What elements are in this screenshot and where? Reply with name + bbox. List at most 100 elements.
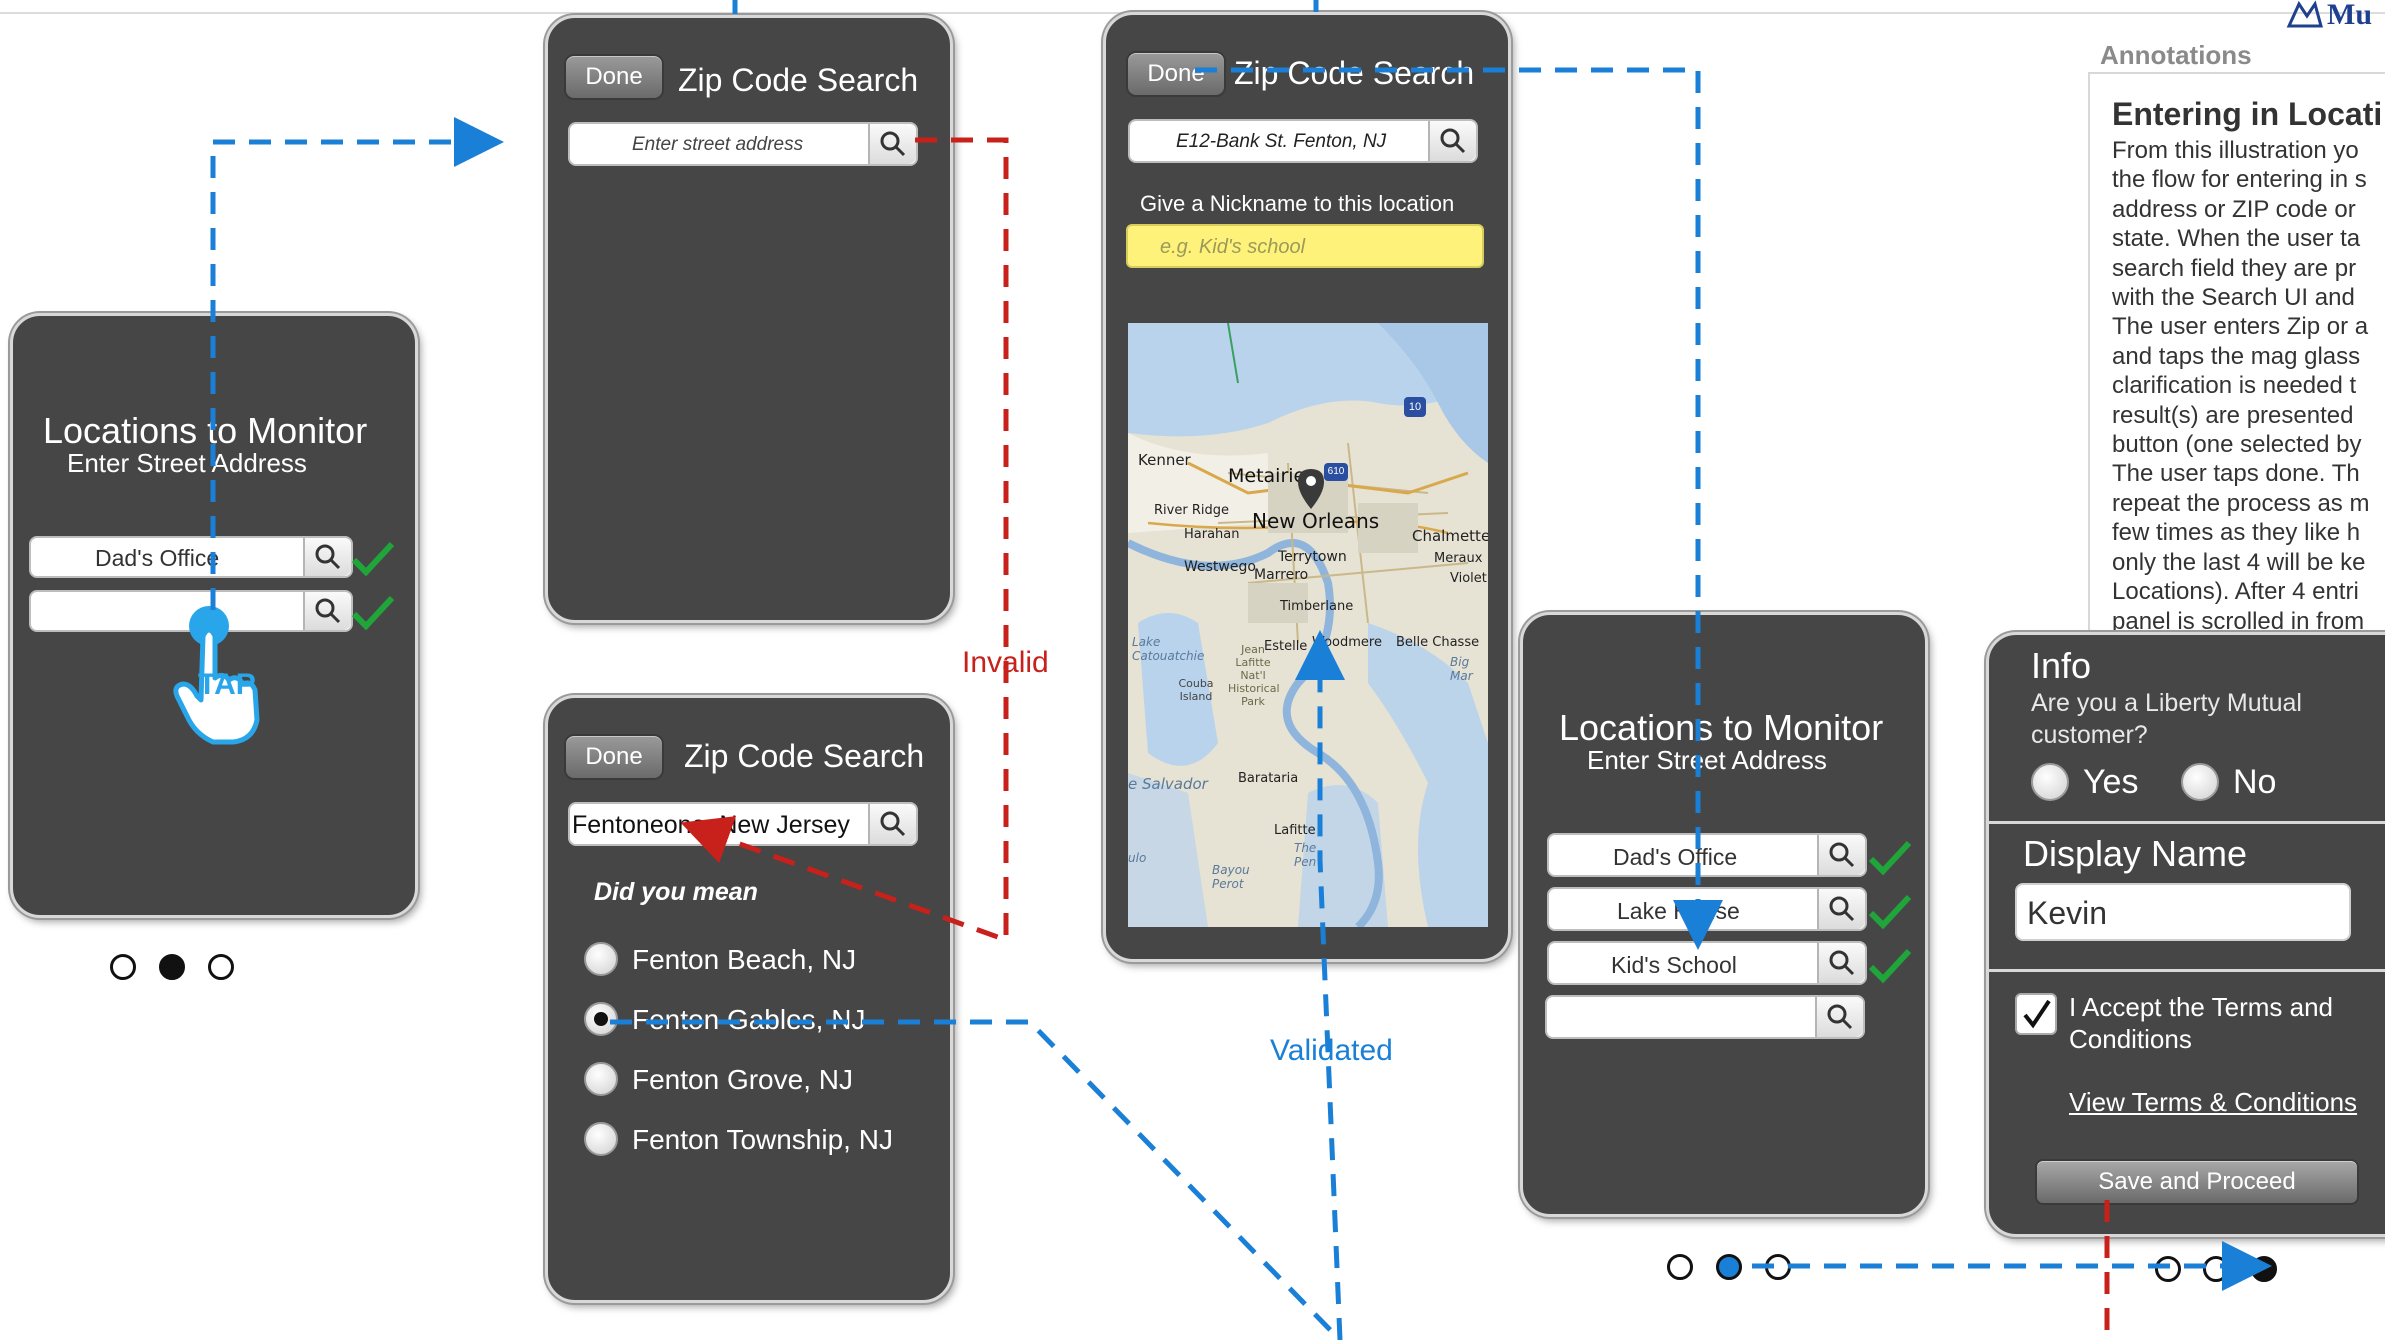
screen1-title: Locations to Monitor: [43, 410, 368, 451]
screen-zip-search-validated: Done Zip Code Search E12-Bank St. Fenton…: [1103, 12, 1511, 962]
location-map[interactable]: Kenner Metairie River Ridge Harahan New …: [1128, 323, 1488, 927]
location-field-3[interactable]: Kid's School: [1547, 941, 1867, 985]
map-label: The Pen: [1294, 841, 1317, 869]
screen3-title: Zip Code Search: [684, 738, 925, 774]
screen-locations-initial: Locations to Monitor Enter Street Addres…: [10, 313, 418, 918]
page-dot-active[interactable]: [2251, 1256, 2277, 1282]
page-dot[interactable]: [2155, 1256, 2181, 1282]
page-dot[interactable]: [2203, 1256, 2229, 1282]
display-name-value: Kevin: [2027, 895, 2108, 931]
map-label: Kenner: [1138, 451, 1191, 469]
checkmark-icon: [1868, 840, 1912, 876]
map-label: e Salvador: [1128, 775, 1208, 793]
annotation-line: with the Search UI and: [2112, 284, 2355, 312]
yes-option[interactable]: Yes: [2031, 763, 2151, 803]
search-button[interactable]: [1428, 121, 1476, 161]
display-name-label: Display Name: [2023, 833, 2248, 874]
annotation-line: button (one selected by: [2112, 431, 2362, 459]
suggestion-label: Fenton Grove, NJ: [632, 1064, 853, 1095]
page-dot-active[interactable]: [1716, 1254, 1742, 1280]
radio-button[interactable]: [584, 942, 618, 976]
display-name-input[interactable]: Kevin: [2015, 883, 2351, 941]
radio-button[interactable]: [2031, 763, 2069, 801]
screen-zip-search-empty: Done Zip Code Search Enter street addres…: [545, 15, 953, 623]
location-field-4[interactable]: [1545, 995, 1865, 1039]
page-dot-active[interactable]: [159, 954, 185, 980]
address-search-value: E12-Bank St. Fenton, NJ: [1176, 131, 1387, 152]
annotation-line: From this illustration yo: [2112, 137, 2359, 164]
radio-button[interactable]: [584, 1122, 618, 1156]
did-you-mean-label: Did you mean: [594, 878, 758, 906]
page-dot[interactable]: [1765, 1254, 1791, 1280]
yes-label: Yes: [2083, 763, 2139, 801]
done-button[interactable]: Done: [1126, 51, 1226, 97]
map-label: Belle Chasse: [1396, 635, 1480, 650]
map-label: Westwego: [1184, 559, 1256, 575]
search-button[interactable]: [1817, 835, 1865, 875]
annotations-header: Annotations: [2100, 40, 2252, 70]
annotation-line: search field they are pr: [2112, 254, 2357, 282]
search-button[interactable]: [868, 124, 916, 164]
map-label: Bayou Perot: [1212, 863, 1250, 891]
address-search-placeholder: Enter street address: [632, 134, 804, 155]
screen5-subtitle: Enter Street Address: [1587, 745, 1827, 775]
radio-button-selected[interactable]: [584, 1002, 618, 1036]
accept-terms-checkbox[interactable]: [2015, 993, 2057, 1035]
nickname-input[interactable]: e.g. Kid's school: [1126, 224, 1484, 268]
annotation-line: and taps the mag glass: [2112, 342, 2361, 370]
annotation-line: only the last 4 will be ke: [2112, 548, 2366, 576]
search-button[interactable]: [1817, 889, 1865, 929]
save-and-proceed-button[interactable]: Save and Proceed: [2035, 1159, 2359, 1205]
screen5-title: Locations to Monitor: [1559, 707, 1884, 748]
checkmark-icon: [351, 595, 395, 631]
annotation-line: address or ZIP code or: [2112, 195, 2356, 223]
address-search-input[interactable]: Enter street address: [568, 122, 918, 166]
annotation-line: state. When the user ta: [2112, 225, 2361, 253]
search-icon: [880, 811, 906, 837]
suggestion-option-selected[interactable]: Fenton Gables, NJ: [584, 1002, 924, 1042]
radio-button[interactable]: [2181, 763, 2219, 801]
section-divider: [1989, 969, 2385, 972]
done-button[interactable]: Done: [564, 734, 664, 780]
annotations-panel: Entering in Locati From this illustratio…: [2088, 72, 2385, 636]
search-button[interactable]: [1817, 943, 1865, 983]
suggestion-option[interactable]: Fenton Township, NJ: [584, 1122, 924, 1162]
page-dot[interactable]: [110, 954, 136, 980]
tap-label: TAP: [198, 668, 256, 701]
page-dot[interactable]: [208, 954, 234, 980]
map-label: Big Mar: [1450, 655, 1473, 683]
annotation-line: few times as they like h: [2112, 519, 2361, 547]
search-button[interactable]: [303, 592, 351, 630]
location-field-2[interactable]: Lake House: [1547, 887, 1867, 931]
address-search-input[interactable]: E12-Bank St. Fenton, NJ: [1128, 119, 1478, 163]
screen-zip-search-suggestions: Done Zip Code Search Fentoneone, New Jer…: [545, 695, 953, 1303]
map-label: Lafitte: [1274, 823, 1316, 838]
annotation-line: result(s) are presented: [2112, 401, 2354, 429]
no-option[interactable]: No: [2181, 763, 2301, 803]
search-button[interactable]: [1815, 997, 1863, 1037]
nickname-label: Give a Nickname to this location: [1140, 191, 1455, 216]
search-icon: [315, 544, 341, 570]
search-button[interactable]: [868, 804, 916, 844]
validated-label: Validated: [1270, 1034, 1393, 1067]
map-label: ulo: [1128, 851, 1147, 865]
radio-button[interactable]: [584, 1062, 618, 1096]
annotation-line: the flow for entering in s: [2112, 166, 2367, 194]
address-search-input[interactable]: Fentoneone, New Jersey: [568, 802, 918, 846]
radio-selected-dot-icon: [594, 1012, 608, 1026]
section-divider: [1989, 821, 2385, 824]
location-field-1[interactable]: Dad's Office: [29, 536, 353, 578]
annotations-body: From this illustration yo the flow for en…: [2112, 136, 2369, 634]
suggestion-option[interactable]: Fenton Beach, NJ: [584, 942, 924, 982]
location-field-1[interactable]: Dad's Office: [1547, 833, 1867, 877]
done-button[interactable]: Done: [564, 54, 664, 100]
page-dot[interactable]: [1667, 1254, 1693, 1280]
map-label: Lake Catouatchie: [1132, 635, 1205, 663]
suggestion-label: Fenton Gables, NJ: [632, 1004, 866, 1035]
search-button[interactable]: [303, 538, 351, 576]
checkmark-icon: [351, 541, 395, 577]
view-terms-link[interactable]: View Terms & Conditions: [2069, 1087, 2357, 1118]
suggestion-option[interactable]: Fenton Grove, NJ: [584, 1062, 924, 1102]
info-title: Info: [2031, 645, 2092, 686]
annotation-line: Locations). After 4 entri: [2112, 578, 2359, 606]
